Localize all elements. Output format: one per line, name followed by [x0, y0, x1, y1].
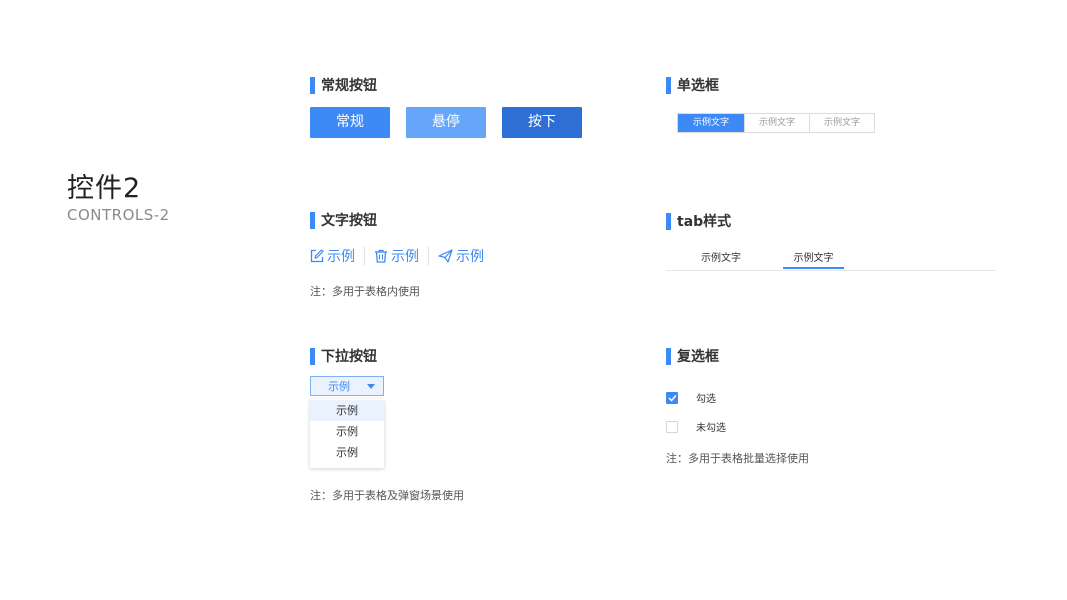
check-icon: [667, 394, 677, 402]
delete-text-button[interactable]: 示例: [374, 246, 419, 266]
text-button-group: 示例 示例 示例: [310, 246, 484, 266]
normal-button[interactable]: 常规: [310, 107, 390, 138]
divider: [364, 246, 365, 266]
section-marker: [310, 76, 315, 94]
tab-active-indicator: [783, 267, 844, 269]
section-title-label: 文字按钮: [321, 213, 377, 229]
section-marker: [310, 347, 315, 365]
page-subtitle: CONTROLS-2: [67, 206, 170, 224]
radio-option[interactable]: 示例文字: [744, 114, 809, 132]
section-title-label: 复选框: [677, 349, 719, 365]
section-title-tabs: tab样式: [666, 212, 731, 230]
edit-text-button-label: 示例: [327, 249, 355, 265]
checkbox-label: 勾选: [696, 394, 716, 405]
radio-option-selected[interactable]: 示例文字: [678, 114, 744, 132]
section-title-regular-buttons: 常规按钮: [310, 76, 377, 94]
checkbox-checked[interactable]: [666, 391, 678, 404]
tab-item[interactable]: 示例文字: [701, 249, 741, 264]
checkbox-checked-row[interactable]: 勾选: [666, 390, 716, 405]
section-title-radio: 单选框: [666, 76, 719, 94]
section-marker: [666, 347, 671, 365]
edit-icon: [310, 249, 324, 263]
section-marker: [310, 211, 315, 229]
edit-text-button[interactable]: 示例: [310, 246, 355, 266]
section-marker: [666, 76, 671, 94]
checkbox-unchecked[interactable]: [666, 420, 678, 433]
send-text-button[interactable]: 示例: [438, 246, 484, 266]
checkbox-label: 未勾选: [696, 423, 726, 434]
caret-down-icon: [367, 383, 375, 389]
checkbox-note: 注：多用于表格批量选择使用: [666, 452, 809, 465]
dropdown-note: 注：多用于表格及弹窗场景使用: [310, 489, 464, 502]
trash-icon: [375, 249, 387, 263]
section-title-text-buttons: 文字按钮: [310, 211, 377, 229]
text-buttons-note: 注：多用于表格内使用: [310, 285, 420, 298]
section-title-label: tab样式: [677, 214, 732, 230]
pressed-button[interactable]: 按下: [502, 107, 582, 138]
segmented-radio-group: 示例文字 示例文字 示例文字: [677, 113, 875, 133]
dropdown-menu: 示例 示例 示例: [310, 399, 384, 468]
dropdown-option[interactable]: 示例: [310, 400, 384, 421]
dropdown-button[interactable]: 示例: [310, 376, 384, 396]
divider: [428, 246, 429, 266]
dropdown-option[interactable]: 示例: [310, 442, 384, 463]
hover-button[interactable]: 悬停: [406, 107, 486, 138]
checkbox-unchecked-row[interactable]: 未勾选: [666, 419, 726, 434]
radio-option[interactable]: 示例文字: [809, 114, 874, 132]
section-title-dropdown: 下拉按钮: [310, 347, 377, 365]
page-title: 控件2: [67, 173, 142, 204]
tab-bar: 示例文字 示例文字: [666, 247, 996, 271]
section-title-label: 单选框: [677, 78, 719, 94]
section-title-checkbox: 复选框: [666, 347, 719, 365]
dropdown-option[interactable]: 示例: [310, 421, 384, 442]
dropdown-value: 示例: [328, 380, 350, 393]
send-icon: [438, 249, 453, 263]
section-marker: [666, 212, 671, 230]
section-title-label: 下拉按钮: [321, 349, 377, 365]
send-text-button-label: 示例: [456, 249, 484, 265]
delete-text-button-label: 示例: [391, 249, 419, 265]
section-title-label: 常规按钮: [321, 78, 377, 94]
